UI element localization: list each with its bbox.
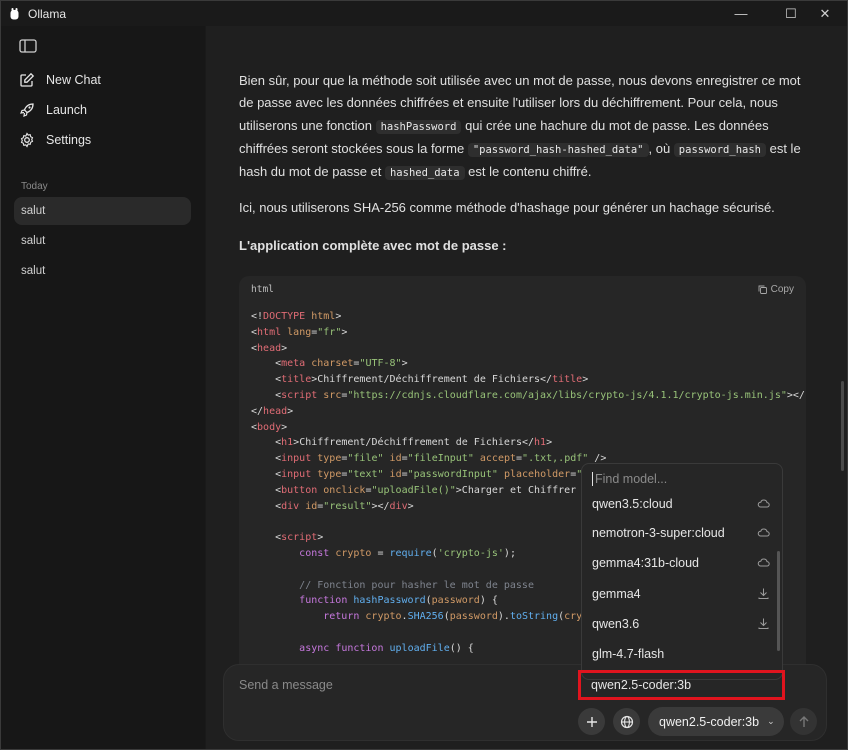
chat-history-item[interactable]: salut	[14, 257, 191, 285]
assistant-paragraph-1: Bien sûr, pour que la méthode soit utili…	[239, 73, 801, 181]
window-title: Ollama	[28, 6, 67, 21]
selected-model-label: qwen2.5-coder:3b	[659, 714, 760, 729]
inline-code: hashPassword	[375, 119, 462, 134]
send-button[interactable]	[790, 708, 817, 735]
copy-label: Copy	[770, 284, 794, 295]
app-window: Ollama — ☐ ✕ New Chat Launch Settings To…	[0, 0, 848, 750]
cloud-icon	[757, 528, 770, 537]
chat-history-item[interactable]: salut	[14, 227, 191, 255]
ollama-logo-icon	[10, 7, 19, 19]
rocket-icon	[20, 103, 34, 117]
section-today-label: Today	[21, 181, 48, 192]
download-icon	[758, 588, 769, 599]
sidebar-toggle-icon[interactable]	[19, 39, 37, 53]
highlight-box	[578, 670, 785, 700]
model-option[interactable]: glm-4.7-flash	[592, 642, 774, 666]
globe-icon	[620, 715, 633, 728]
model-option[interactable]: qwen3.6	[592, 612, 774, 636]
new-chat-icon	[20, 72, 35, 87]
chat-main: Bien sûr, pour que la méthode soit utili…	[206, 26, 847, 749]
model-option[interactable]: gemma4:31b-cloud	[592, 551, 774, 575]
chat-scrollbar[interactable]	[841, 381, 844, 471]
inline-code: "password_hash-hashed_data"	[467, 142, 649, 157]
arrow-up-icon	[799, 715, 808, 727]
dropdown-scrollbar[interactable]	[777, 551, 780, 651]
nav-launch-label: Launch	[46, 103, 88, 117]
inline-code: hashed_data	[384, 166, 465, 181]
model-option[interactable]: qwen3.5:cloud	[592, 492, 774, 516]
nav-launch[interactable]: Launch	[19, 99, 87, 121]
nav-settings[interactable]: Settings	[19, 129, 91, 151]
model-dropdown: qwen3.5:cloud nemotron-3-super:cloud gem…	[581, 463, 783, 680]
cloud-icon	[757, 499, 770, 508]
model-option[interactable]: gemma4	[592, 582, 774, 606]
assistant-heading: L'application complète avec mot de passe…	[239, 238, 507, 253]
model-selector[interactable]: qwen2.5-coder:3b ⌄	[648, 707, 784, 736]
cloud-icon	[757, 558, 770, 567]
close-icon: ✕	[819, 5, 831, 21]
minimize-button[interactable]: —	[718, 1, 764, 26]
gear-icon	[20, 132, 34, 148]
assistant-paragraph-2: Ici, nous utiliserons SHA-256 comme méth…	[239, 200, 775, 215]
plus-icon	[586, 716, 597, 727]
nav-new-chat[interactable]: New Chat	[19, 69, 101, 91]
download-icon	[758, 618, 769, 629]
message-input[interactable]	[239, 678, 579, 692]
nav-settings-label: Settings	[46, 133, 92, 147]
chevron-down-icon: ⌄	[767, 716, 775, 726]
inline-code: password_hash	[673, 142, 766, 157]
minimize-icon: —	[734, 6, 748, 21]
sidebar: New Chat Launch Settings Today salut sal…	[1, 26, 205, 749]
model-option[interactable]: nemotron-3-super:cloud	[592, 521, 774, 545]
attach-button[interactable]	[578, 708, 605, 735]
close-button[interactable]: ✕	[802, 1, 848, 26]
chat-history-item[interactable]: salut	[14, 197, 191, 225]
copy-icon	[758, 285, 767, 294]
nav-new-chat-label: New Chat	[46, 73, 101, 87]
copy-button[interactable]: Copy	[758, 284, 794, 295]
web-search-button[interactable]	[613, 708, 640, 735]
code-language-label: html	[251, 284, 274, 295]
title-bar: Ollama — ☐ ✕	[1, 1, 847, 26]
find-model-input[interactable]	[592, 472, 772, 486]
maximize-icon: ☐	[785, 5, 797, 21]
